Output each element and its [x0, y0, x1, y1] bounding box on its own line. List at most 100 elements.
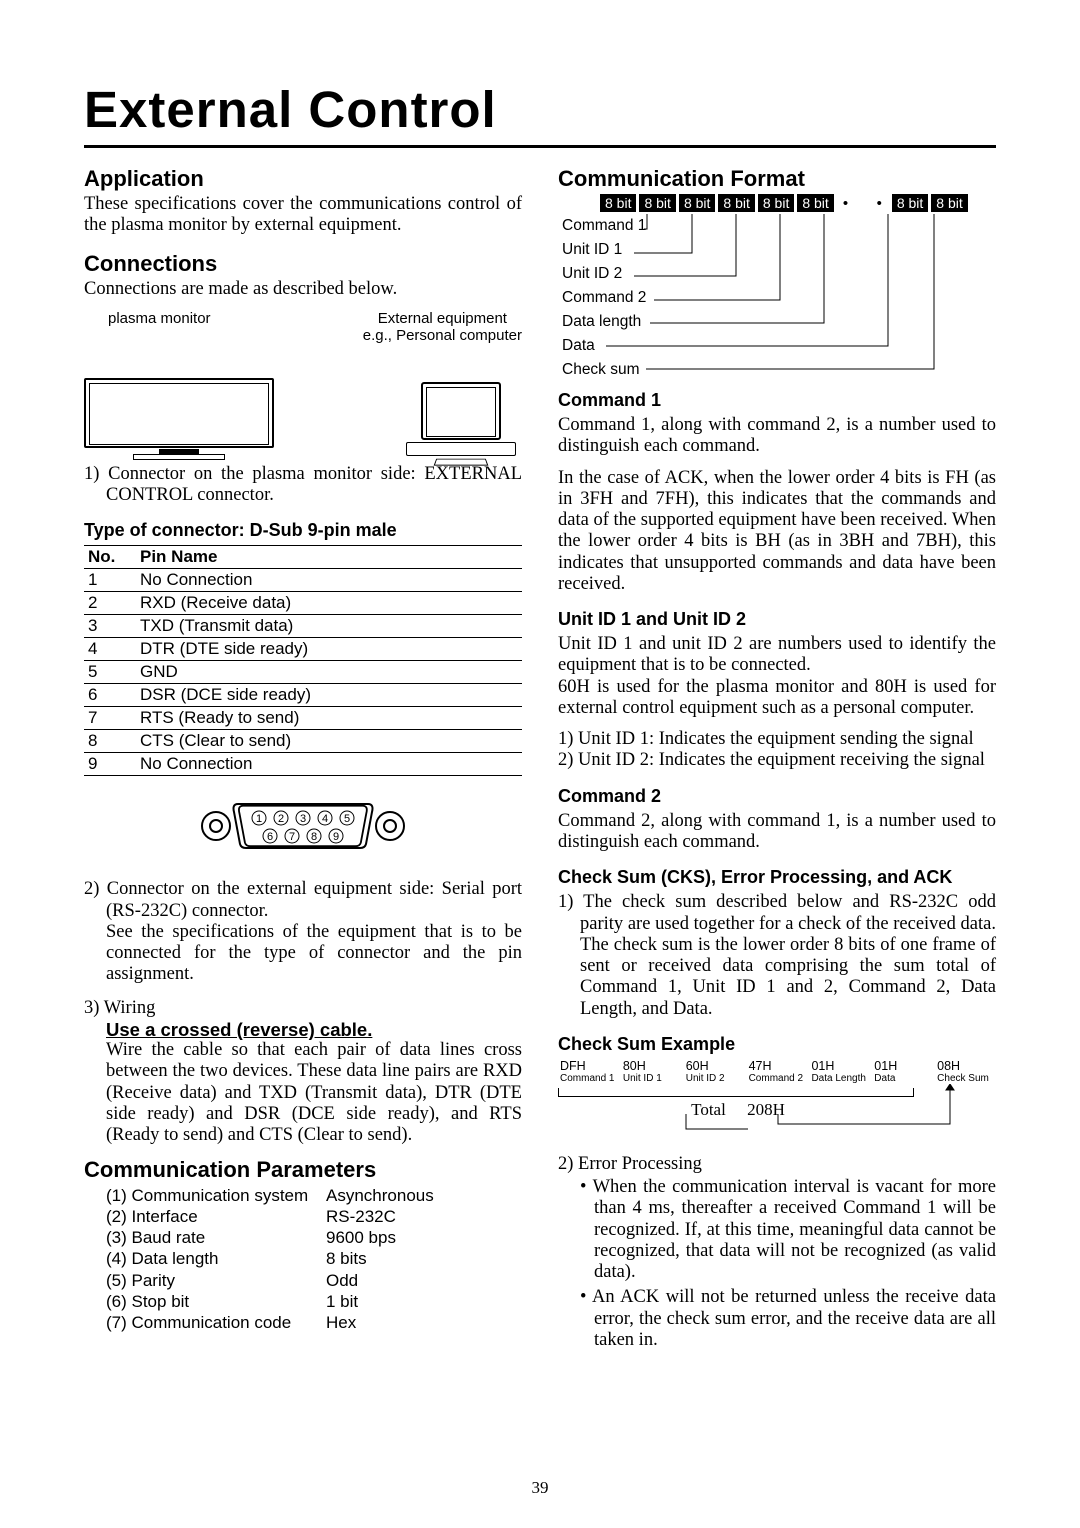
title-rule — [84, 145, 996, 148]
unitid-p2: 60H is used for the plasma monitor and 8… — [558, 677, 996, 720]
application-heading: Application — [84, 166, 522, 192]
right-column: Communication Format 8 bit 8 bit 8 bit 8… — [558, 166, 996, 1355]
pin-name: TXD (Transmit data) — [136, 615, 522, 638]
pin-no: 6 — [84, 684, 136, 707]
pin-no: 5 — [84, 661, 136, 684]
connections-heading: Connections — [84, 251, 522, 277]
param-val: Hex — [326, 1312, 356, 1333]
connector-item-2b: See the specifications of the equipment … — [84, 922, 522, 986]
param-key: (7) Communication code — [106, 1312, 326, 1333]
err-b2-text: An ACK will not be returned unless the r… — [592, 1287, 996, 1350]
cf-label: Command 2 — [558, 286, 646, 310]
bit-box: 8 bit — [797, 194, 833, 212]
param-val: Asynchronous — [326, 1185, 434, 1206]
cse-sub: Command 2 — [749, 1073, 806, 1084]
connector-item-1: 1) Connector on the plasma monitor side:… — [84, 464, 522, 507]
bit-box: 8 bit — [600, 194, 636, 212]
application-text: These specifications cover the communica… — [84, 194, 522, 237]
pin-name: GND — [136, 661, 522, 684]
pin-name: No Connection — [136, 569, 522, 592]
svg-text:2: 2 — [278, 813, 284, 825]
cse-val: 60H — [686, 1059, 743, 1073]
cse-total-label: Total — [691, 1100, 726, 1119]
wiring-underline: Use a crossed (reverse) cable. — [106, 1019, 372, 1040]
unitid-p1: Unit ID 1 and unit ID 2 are numbers used… — [558, 634, 996, 677]
connection-diagram — [84, 344, 522, 454]
command1-heading: Command 1 — [558, 390, 996, 411]
cks-p1: 1) The check sum described below and RS-… — [558, 892, 996, 1020]
svg-text:8: 8 — [311, 831, 317, 843]
cse-sub: Unit ID 1 — [623, 1073, 680, 1084]
comm-params-list: (1) Communication systemAsynchronous (2)… — [84, 1185, 522, 1334]
bit-box: 8 bit — [679, 194, 715, 212]
ellipsis-icon: • • — [843, 195, 886, 212]
comm-params-heading: Communication Parameters — [84, 1157, 522, 1183]
pin-name: CTS (Clear to send) — [136, 730, 522, 753]
connector-item-2a: 2) Connector on the external equipment s… — [84, 879, 522, 922]
pin-no: 1 — [84, 569, 136, 592]
svg-text:5: 5 — [344, 813, 350, 825]
param-key: (3) Baud rate — [106, 1227, 326, 1248]
pin-no: 9 — [84, 753, 136, 776]
cse-val: 80H — [623, 1059, 680, 1073]
pin-no: 3 — [84, 615, 136, 638]
param-key: (6) Stop bit — [106, 1291, 326, 1312]
param-val: 9600 bps — [326, 1227, 396, 1248]
cse-val: 08H — [937, 1059, 994, 1073]
pin-table: No. Pin Name 1No Connection 2RXD (Receiv… — [84, 545, 522, 776]
param-val: RS-232C — [326, 1206, 396, 1227]
cf-diagram: 8 bit 8 bit 8 bit 8 bit 8 bit 8 bit • • … — [558, 194, 996, 384]
pin-name: RXD (Receive data) — [136, 592, 522, 615]
cse-total-value: 208H — [747, 1100, 785, 1119]
cf-label: Data — [558, 334, 646, 358]
param-key: (4) Data length — [106, 1248, 326, 1269]
cse-sub: Unit ID 2 — [686, 1073, 743, 1084]
cks-heading: Check Sum (CKS), Error Processing, and A… — [558, 867, 996, 888]
err-b1-text: When the communication interval is vacan… — [593, 1177, 996, 1282]
command1-p1: Command 1, along with command 2, is a nu… — [558, 415, 996, 458]
cse-sub: Data Length — [811, 1073, 868, 1084]
param-val: 1 bit — [326, 1291, 358, 1312]
svg-text:9: 9 — [333, 831, 339, 843]
cse-heading: Check Sum Example — [558, 1034, 996, 1055]
bit-box: 8 bit — [931, 194, 967, 212]
cf-heading: Communication Format — [558, 166, 996, 192]
pin-no: 7 — [84, 707, 136, 730]
svg-text:1: 1 — [256, 813, 262, 825]
cf-label: Unit ID 1 — [558, 238, 646, 262]
cf-label: Check sum — [558, 358, 646, 382]
command1-p2: In the case of ACK, when the lower order… — [558, 468, 996, 596]
param-key: (2) Interface — [106, 1206, 326, 1227]
ext-label-2: e.g., Personal computer — [363, 327, 522, 344]
plasma-monitor-icon — [84, 378, 274, 463]
cse-sub: Check Sum — [937, 1073, 994, 1084]
cf-label: Data length — [558, 310, 646, 334]
cse-sub: Command 1 — [560, 1073, 617, 1084]
err-bullet-2: • An ACK will not be returned unless the… — [594, 1287, 996, 1351]
cse-diagram: DFHCommand 1 80HUnit ID 1 60HUnit ID 2 4… — [558, 1059, 996, 1144]
plasma-label: plasma monitor — [84, 310, 211, 344]
pc-icon — [406, 382, 516, 466]
err-lead: 2) Error Processing — [558, 1154, 996, 1175]
pin-th-no: No. — [84, 546, 136, 569]
cf-label: Command 1 — [558, 214, 646, 238]
pin-name: DSR (DCE side ready) — [136, 684, 522, 707]
unitid-heading: Unit ID 1 and Unit ID 2 — [558, 609, 996, 630]
bit-box: 8 bit — [639, 194, 675, 212]
param-key: (5) Parity — [106, 1270, 326, 1291]
svg-text:7: 7 — [289, 831, 295, 843]
pin-th-name: Pin Name — [136, 546, 522, 569]
pin-name: RTS (Ready to send) — [136, 707, 522, 730]
cse-val: 01H — [811, 1059, 868, 1073]
command2-p1: Command 2, along with command 1, is a nu… — [558, 811, 996, 854]
bit-box: 8 bit — [718, 194, 754, 212]
wiring-head: 3) Wiring — [84, 998, 522, 1019]
pin-no: 2 — [84, 592, 136, 615]
unitid-l2: 2) Unit ID 2: Indicates the equipment re… — [558, 750, 996, 771]
param-val: 8 bits — [326, 1248, 367, 1269]
wiring-body: Wire the cable so that each pair of data… — [84, 1040, 522, 1146]
cse-val: DFH — [560, 1059, 617, 1073]
svg-text:6: 6 — [267, 831, 273, 843]
page-number: 39 — [532, 1478, 549, 1498]
left-column: Application These specifications cover t… — [84, 166, 522, 1355]
